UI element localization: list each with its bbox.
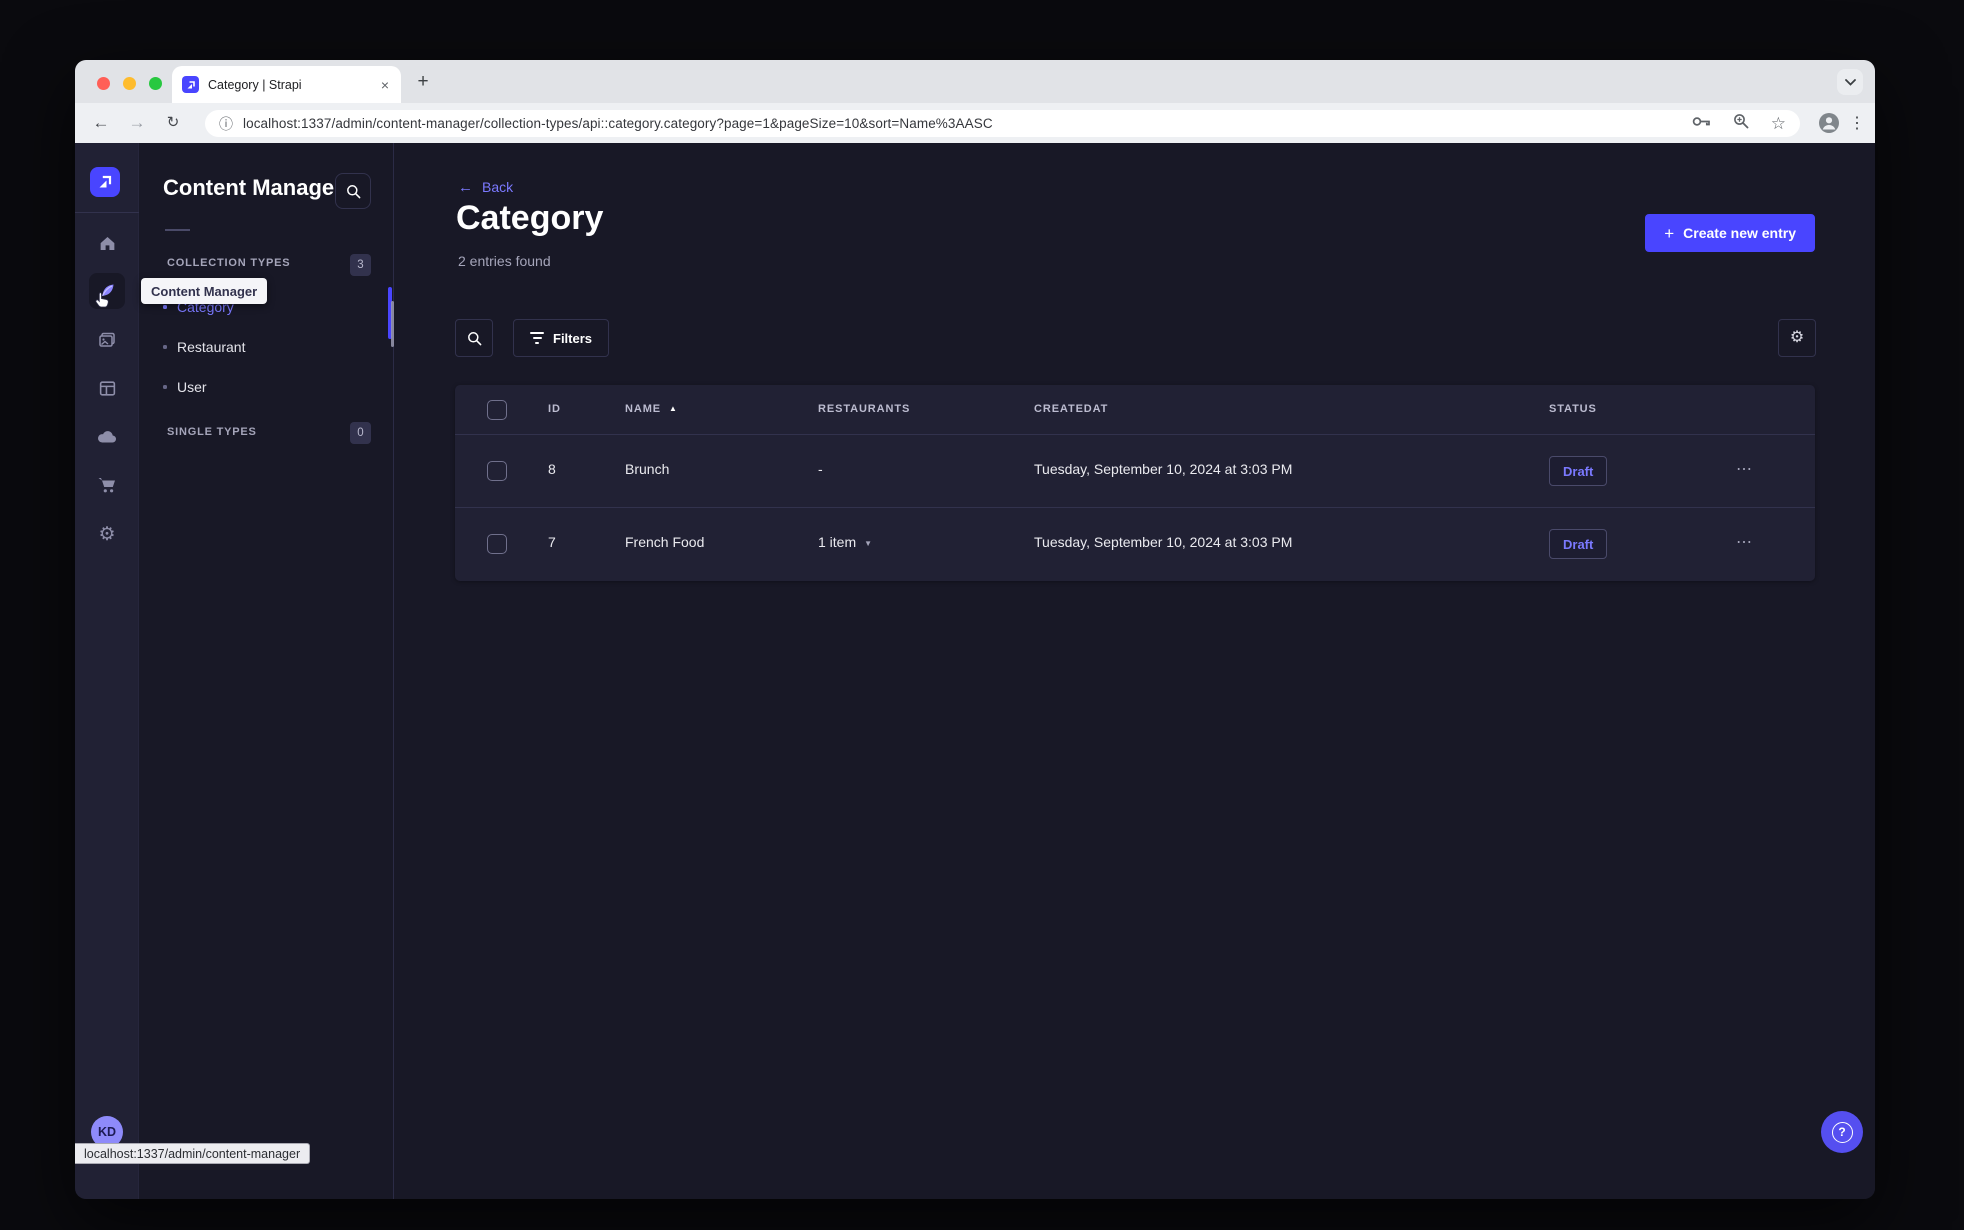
content-manager-icon[interactable] — [89, 273, 125, 309]
status-badge: Draft — [1549, 456, 1608, 486]
bullet-icon — [163, 305, 167, 309]
new-tab-button[interactable]: + — [411, 70, 435, 94]
cell-restaurants: - — [818, 461, 823, 477]
tab-close-icon[interactable]: × — [379, 76, 391, 94]
row-checkbox[interactable] — [487, 461, 507, 481]
home-icon[interactable] — [89, 225, 125, 261]
sidebar-divider — [75, 212, 139, 213]
password-key-icon[interactable] — [1692, 115, 1711, 133]
tab-search-chevron-icon[interactable] — [1837, 69, 1863, 95]
reload-icon[interactable]: ↻ — [161, 111, 185, 135]
plus-icon: + — [1664, 223, 1675, 243]
status-badge: Draft — [1549, 529, 1608, 559]
desktop-background: Category | Strapi × + ← → ↻ ⓘ localhost:… — [0, 0, 1964, 1230]
cell-id: 8 — [548, 461, 556, 477]
strapi-favicon-icon — [182, 76, 199, 93]
window-controls — [97, 77, 162, 90]
forward-icon[interactable]: → — [125, 111, 149, 135]
zoom-page-icon[interactable] — [1733, 113, 1749, 134]
profile-icon[interactable] — [1817, 111, 1841, 135]
create-new-entry-button[interactable]: + Create new entry — [1645, 214, 1815, 252]
subnav-item-user[interactable]: User — [163, 375, 207, 399]
bullet-icon — [163, 345, 167, 349]
single-types-count-badge: 0 — [350, 422, 371, 444]
column-header-status[interactable]: STATUS — [1549, 403, 1597, 415]
view-settings-button[interactable]: ⚙ — [1778, 319, 1816, 357]
column-header-createdat[interactable]: CREATEDAT — [1034, 403, 1108, 415]
column-header-name[interactable]: NAME ▲ — [625, 403, 678, 415]
cell-name: Brunch — [625, 461, 670, 477]
subnav-item-restaurant[interactable]: Restaurant — [163, 335, 245, 359]
status-bar-link-preview: localhost:1337/admin/content-manager — [75, 1143, 311, 1164]
help-button[interactable]: ? — [1821, 1111, 1863, 1153]
table-row[interactable]: 8 Brunch - Tuesday, September 10, 2024 a… — [455, 435, 1815, 507]
entries-count: 2 entries found — [458, 253, 551, 269]
chevron-down-icon: ▼ — [864, 539, 873, 548]
subnav-divider — [165, 229, 190, 231]
single-types-heading: SINGLE TYPES — [167, 426, 257, 438]
media-library-icon[interactable] — [89, 322, 125, 358]
browser-window: Category | Strapi × + ← → ↻ ⓘ localhost:… — [75, 60, 1875, 1199]
cell-createdat: Tuesday, September 10, 2024 at 3:03 PM — [1034, 534, 1293, 550]
marketplace-cart-icon[interactable] — [89, 467, 125, 503]
main-content: ← Back Category 2 entries found + Create… — [394, 143, 1875, 1199]
entries-table: ID NAME ▲ RESTAURANTS CREATEDAT STATUS 8 … — [455, 385, 1815, 581]
subnav-search-button[interactable] — [335, 173, 371, 209]
page-title: Category — [456, 199, 604, 237]
cell-id: 7 — [548, 534, 556, 550]
site-info-icon[interactable]: ⓘ — [219, 114, 233, 134]
url-bar-actions: ☆ — [1692, 113, 1786, 134]
bullet-icon — [163, 385, 167, 389]
select-all-checkbox[interactable] — [487, 400, 507, 420]
question-mark-icon: ? — [1831, 1121, 1853, 1143]
content-manager-tooltip: Content Manager — [141, 278, 268, 304]
back-icon[interactable]: ← — [89, 111, 113, 135]
cell-restaurants[interactable]: 1 item ▼ — [818, 534, 872, 550]
cell-createdat: Tuesday, September 10, 2024 at 3:03 PM — [1034, 461, 1293, 477]
row-actions-ellipsis-icon[interactable]: ⋯ — [1736, 532, 1753, 552]
tab-title: Category | Strapi — [208, 77, 302, 92]
mouse-hand-cursor — [95, 291, 110, 313]
filter-icon — [530, 332, 544, 344]
collection-types-count-badge: 3 — [350, 254, 371, 276]
zoom-window-button[interactable] — [149, 77, 162, 90]
close-window-button[interactable] — [97, 77, 110, 90]
filters-button[interactable]: Filters — [513, 319, 610, 357]
back-arrow-icon: ← — [458, 178, 473, 196]
settings-gear-icon[interactable]: ⚙ — [89, 516, 125, 552]
deploy-cloud-icon[interactable] — [89, 418, 125, 454]
minimize-window-button[interactable] — [123, 77, 136, 90]
url-text[interactable]: localhost:1337/admin/content-manager/col… — [243, 116, 993, 131]
table-search-button[interactable] — [455, 319, 493, 357]
table-row[interactable]: 7 French Food 1 item ▼ Tuesday, September… — [455, 507, 1815, 579]
browser-tab-strip: Category | Strapi × + — [75, 60, 1875, 103]
content-type-builder-icon[interactable] — [89, 370, 125, 406]
collection-types-heading: COLLECTION TYPES — [167, 257, 291, 269]
browser-toolbar: ← → ↻ ⓘ localhost:1337/admin/content-man… — [75, 103, 1875, 143]
strapi-logo-icon[interactable] — [90, 167, 120, 197]
row-checkbox[interactable] — [487, 534, 507, 554]
table-header-row: ID NAME ▲ RESTAURANTS CREATEDAT STATUS — [455, 385, 1815, 435]
search-icon — [346, 184, 360, 198]
browser-menu-kebab-icon[interactable]: ⋮ — [1845, 111, 1869, 135]
gear-icon: ⚙ — [1789, 329, 1805, 346]
browser-tab[interactable]: Category | Strapi × — [172, 66, 401, 103]
column-header-id[interactable]: ID — [548, 403, 561, 415]
url-bar[interactable]: ⓘ localhost:1337/admin/content-manager/c… — [205, 110, 1800, 137]
cell-name: French Food — [625, 534, 705, 550]
search-icon — [467, 331, 481, 345]
column-header-restaurants[interactable]: RESTAURANTS — [818, 403, 910, 415]
row-actions-ellipsis-icon[interactable]: ⋯ — [1736, 459, 1753, 479]
back-link[interactable]: ← Back — [458, 179, 513, 195]
bookmark-star-icon[interactable]: ☆ — [1771, 115, 1786, 132]
main-nav-sidebar: ⚙ KD — [75, 143, 139, 1199]
strapi-admin-page: ⚙ KD Content Manager COLLECTION TYPES 3 … — [75, 143, 1875, 1199]
subnav-title: Content Manager — [163, 175, 343, 200]
sort-asc-icon: ▲ — [669, 404, 678, 413]
